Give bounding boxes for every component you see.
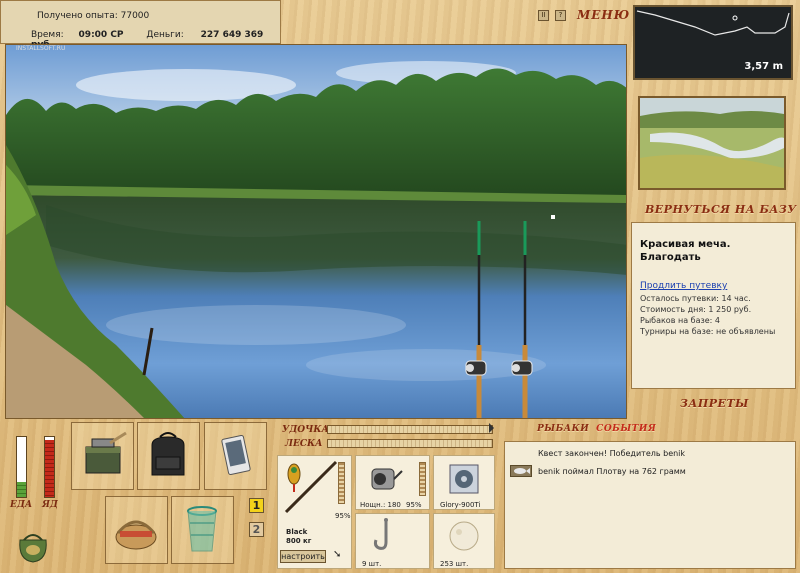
keepnet-icon [187,506,217,552]
rod-bar-label: УДОЧКА [282,425,329,435]
money-label: Деньги: [146,30,184,40]
phone-icon [221,434,251,476]
experience-label: Получено опыта: [37,11,118,21]
slot-phone[interactable] [204,422,267,490]
day-cost: Стоимость дня: 1 250 руб. [640,305,752,314]
watermark: INSTALLSOFT.RU [16,45,66,52]
hook-count: 9 шт. [362,560,382,568]
slot-backpack[interactable] [137,422,200,490]
tackle-box-icon [85,431,127,474]
tune-button[interactable]: настроить [280,550,326,563]
food-gauge-fill [17,482,26,497]
tournaments-info: Турниры на базе: не объявлены [640,327,776,336]
permit-remaining: Осталось путевки: 14 час. [640,294,751,303]
poison-gauge-fill [45,440,54,497]
location-name: Красивая меча. Благодать [640,238,730,264]
location-info: Красивая меча. Благодать Продлить путевк… [631,222,796,389]
chat-tabs: РЫБАКИ СОБЫТИЯ [537,424,656,434]
lake-view [6,45,626,418]
experience-row: Получено опыта: 77000 [37,11,149,21]
location-name-line1: Красивая меча. [640,239,731,250]
extend-permit-link[interactable]: Продлить путевку [640,281,727,291]
gear-set-2-button[interactable]: 2 [249,522,264,537]
slot-keepnet[interactable] [171,496,234,564]
hook-icon [373,518,388,550]
line-bar-label: ЛЕСКА [285,439,323,449]
depth-value: 3,57 m [744,61,783,72]
backpack-icon [151,432,185,476]
help-button[interactable]: ? [555,10,566,21]
reel-slot[interactable]: Нощн.: 180 95% [355,455,430,510]
reel-condition-bar [419,462,426,496]
time-value: 09:00 СР [78,30,124,40]
reel-percent: 95% [406,501,422,509]
pause-button[interactable]: II [538,10,549,21]
return-to-base-button[interactable]: ВЕРНУТЬСЯ НА БАЗУ [645,203,797,216]
menu-button[interactable]: МЕНЮ [577,8,630,22]
depth-map: 3,57 m [633,5,793,80]
line-spool-icon [449,464,479,494]
slot-tackle-box[interactable] [71,422,134,490]
rod-tension-bar [327,425,493,434]
line-name: Glory-900Ti [440,501,481,509]
bait-count: 253 шт. [440,560,469,568]
reel-name: Нощн.: 180 [360,501,401,509]
rod-icon [284,460,338,514]
food-gauge [16,436,27,498]
poison-label: ЯД [42,500,58,510]
status-gauges: ЕДА ЯД [4,422,66,569]
bait-slot[interactable]: 253 шт. [433,513,495,569]
food-label: ЕДА [10,500,33,510]
rod-bar-marker-icon [489,423,494,433]
line-slot[interactable]: Glory-900Ti [433,455,495,510]
rod-weight: 800 кг [286,537,312,545]
chat-message: Квест закончен! Победитель benik [538,449,686,458]
rod-name: Black [286,528,308,536]
rod-percent: 95% [335,512,351,520]
rod-condition-bar [338,462,345,504]
fish-icon [510,465,532,477]
hook-slot[interactable]: 9 шт. [355,513,430,569]
tab-anglers[interactable]: РЫБАКИ [537,424,589,434]
tab-events[interactable]: СОБЫТИЯ [596,424,656,434]
bans-button[interactable]: ЗАПРЕТЫ [680,397,749,410]
slot-basket[interactable] [105,496,168,564]
line-tension-bar [327,439,493,448]
gear-set-1-button[interactable]: 1 [249,498,264,513]
chat-message: benik поймал Плотву на 762 грамм [538,467,686,476]
chat-log[interactable]: Квест закончен! Победитель benik benik п… [504,441,796,569]
bait-icon [449,521,479,551]
food-bag-icon[interactable] [14,526,52,567]
location-name-line2: Благодать [640,252,701,263]
location-thumbnail[interactable] [638,96,786,190]
anglers-count: Рыбаков на базе: 4 [640,316,720,325]
poison-gauge [44,436,55,498]
hand-cursor-icon: ➘ [333,549,342,560]
basket-icon [115,520,157,550]
location-image [640,98,784,188]
reel-icon [371,468,403,490]
hud-info-panel: Получено опыта: 77000 Время: 09:00 СР Де… [0,0,281,50]
time-label: Время: [31,30,64,40]
fishing-scene[interactable]: INSTALLSOFT.RU [5,44,627,419]
experience-value: 77000 [120,11,150,21]
